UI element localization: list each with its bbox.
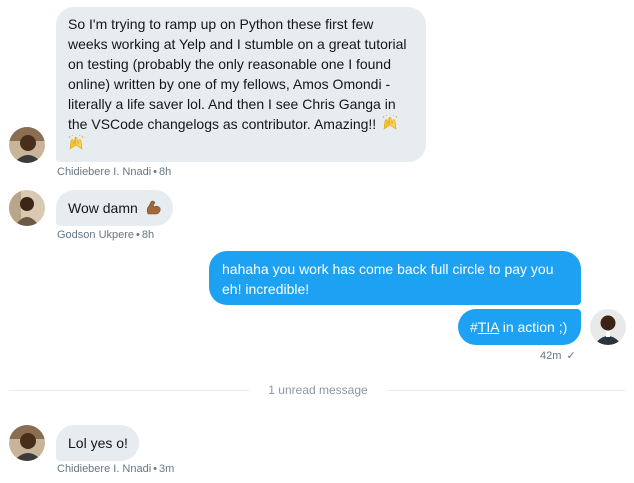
message-meta: Godson Ukpere • 8h xyxy=(57,229,154,241)
timestamp: 8h xyxy=(141,229,155,241)
message-line: on testing (probably the only reasonable… xyxy=(68,56,392,72)
separator: • xyxy=(153,463,158,475)
divider xyxy=(387,390,625,391)
message-line: eh! incredible! xyxy=(222,281,310,297)
message-meta: 42m ✓ xyxy=(540,349,576,362)
message-text: Wow damn xyxy=(68,200,138,216)
message-bubble[interactable]: Lol yes o! xyxy=(56,425,139,461)
hashtag-symbol: # xyxy=(470,319,478,335)
sender-name[interactable]: Chidiebere I. Nnadi xyxy=(57,463,151,475)
message-text: Lol yes o! xyxy=(68,435,128,451)
flexed-biceps-icon xyxy=(145,199,161,216)
hashtag-link[interactable]: TIA xyxy=(478,319,499,335)
message-line: the VSCode changelogs as contributor. Am… xyxy=(68,116,377,132)
message-line: literally a life saver lol. And then I s… xyxy=(68,96,396,112)
separator: • xyxy=(136,229,140,241)
sender-name[interactable]: Chidiebere I. Nnadi xyxy=(57,166,151,178)
message-bubble[interactable]: Wow damn xyxy=(56,190,173,226)
raising-hands-icon xyxy=(382,114,398,132)
message-line-wrap: the VSCode changelogs as contributor. Am… xyxy=(68,114,414,134)
message-meta: Chidiebere I. Nnadi • 3m xyxy=(57,463,174,475)
message-line: So I'm trying to ramp up on Python these… xyxy=(68,16,374,32)
timestamp: 3m xyxy=(159,463,175,475)
checkmark-icon: ✓ xyxy=(566,350,576,362)
conversation-thread: So I'm trying to ramp up on Python these… xyxy=(0,0,634,483)
separator: • xyxy=(153,166,158,178)
avatar[interactable] xyxy=(9,190,45,226)
timestamp: 8h xyxy=(159,166,172,178)
message-text: in action ;) xyxy=(498,319,568,335)
message-line: hahaha you work has come back full circl… xyxy=(222,261,554,277)
avatar[interactable] xyxy=(9,127,45,163)
message-line-wrap xyxy=(68,134,414,154)
message-line: weeks working at Yelp and I stumble on a… xyxy=(68,36,407,52)
avatar[interactable] xyxy=(9,425,45,461)
timestamp: 42m xyxy=(540,350,562,362)
sender-name[interactable]: Godson Ukpere xyxy=(57,229,134,241)
raising-hands-icon xyxy=(68,134,84,152)
message-line: online) written by one of my fellows, Am… xyxy=(68,76,391,92)
message-bubble[interactable]: So I'm trying to ramp up on Python these… xyxy=(56,7,426,162)
message-meta: Chidiebere I. Nnadi • 8h xyxy=(57,166,171,178)
divider xyxy=(9,390,249,391)
avatar[interactable] xyxy=(590,309,626,345)
unread-divider-label: 1 unread message xyxy=(268,383,368,397)
message-bubble[interactable]: #TIA in action ;) xyxy=(458,309,581,345)
message-bubble[interactable]: hahaha you work has come back full circl… xyxy=(209,251,581,305)
